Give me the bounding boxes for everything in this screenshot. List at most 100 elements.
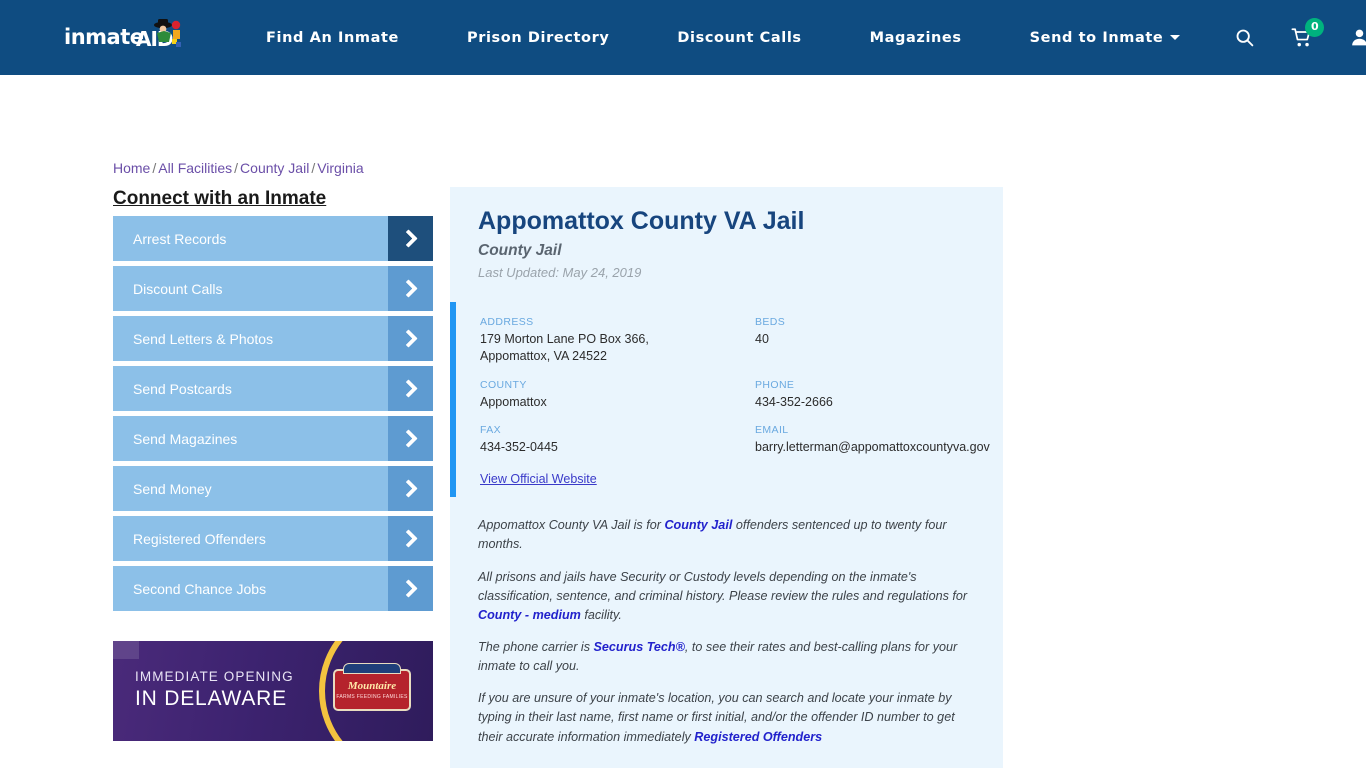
ad-corner-decoration <box>113 641 139 659</box>
sidebar-item-label: Discount Calls <box>133 280 223 297</box>
brand-word: inmate <box>64 25 144 49</box>
nav-link-send-to-inmate-label: Send to Inmate <box>1029 29 1164 46</box>
facility-info-grid: ADDRESS 179 Morton Lane PO Box 366, Appo… <box>480 316 990 457</box>
link-securus-tech[interactable]: Securus Tech® <box>594 640 685 654</box>
ad-text: IMMEDIATE OPENING IN DELAWARE <box>135 669 294 711</box>
mountaire-logo: Mountaire FARMS FEEDING FAMILIES <box>333 663 411 711</box>
info-value: 40 <box>755 331 769 346</box>
sidebar-item-registered-offenders[interactable]: Registered Offenders <box>113 516 433 561</box>
facility-panel: Appomattox County VA Jail County Jail La… <box>450 187 1003 768</box>
chevron-right-icon <box>388 366 433 411</box>
sidebar-item-send-letters-photos[interactable]: Send Letters & Photos <box>113 316 433 361</box>
info-label: BEDS <box>755 315 786 328</box>
chevron-right-icon <box>388 566 433 611</box>
info-label: ADDRESS <box>480 315 534 328</box>
user-account-icon[interactable] <box>1349 27 1366 48</box>
sidebar-nav: Arrest Records Discount Calls Send Lette… <box>113 216 433 616</box>
info-label: FAX <box>480 424 502 437</box>
accent-bar <box>450 301 456 497</box>
info-label: PHONE <box>755 378 795 391</box>
desc-p1-before: Appomattox County VA Jail is for <box>478 518 665 533</box>
sidebar-item-send-magazines[interactable]: Send Magazines <box>113 416 433 461</box>
facility-description: Appomattox County VA Jail is for County … <box>450 508 1003 763</box>
chevron-right-icon <box>388 266 433 311</box>
nav-icon-group: 0 <box>1234 17 1366 49</box>
breadcrumb-separator: / <box>234 160 239 176</box>
info-field-email: EMAIL barry.letterman@appomattoxcountyva… <box>755 424 990 456</box>
info-label: EMAIL <box>755 424 789 437</box>
desc-p2-before: All prisons and jails have Security or C… <box>478 569 968 603</box>
link-county-medium[interactable]: County - medium <box>478 608 581 622</box>
chevron-right-icon <box>388 516 433 561</box>
cart-count-badge: 0 <box>1305 17 1325 37</box>
breadcrumb-item-virginia[interactable]: Virginia <box>317 160 363 176</box>
sidebar-item-label: Send Money <box>133 480 212 497</box>
nav-link-prison-directory[interactable]: Prison Directory <box>467 20 609 56</box>
ad-logo-sub: FARMS FEEDING FAMILIES <box>336 694 408 700</box>
page-title: Appomattox County VA Jail <box>478 207 805 235</box>
link-registered-offenders[interactable]: Registered Offenders <box>694 730 822 744</box>
sidebar-item-label: Send Magazines <box>133 430 238 447</box>
description-paragraph-1: Appomattox County VA Jail is for County … <box>478 516 975 554</box>
chevron-right-icon <box>388 216 433 261</box>
facility-type: County Jail <box>478 241 562 259</box>
action-button-row: Looking for an inmate at this facility? … <box>450 764 1003 768</box>
info-label: COUNTY <box>480 378 527 391</box>
advertisement-banner[interactable]: IMMEDIATE OPENING IN DELAWARE Mountaire … <box>113 641 433 741</box>
chevron-right-icon <box>388 466 433 511</box>
nav-links: Find An Inmate Prison Directory Discount… <box>210 20 1181 56</box>
info-field-beds: BEDS 40 <box>755 316 990 365</box>
mascot-icon <box>154 18 181 47</box>
nav-link-magazines[interactable]: Magazines <box>870 20 962 56</box>
chevron-down-icon <box>1170 35 1181 40</box>
last-updated-text: Last Updated: May 24, 2019 <box>478 264 642 280</box>
ad-logo-banner <box>343 663 401 674</box>
info-value: barry.letterman@appomattoxcountyva.gov <box>755 440 990 455</box>
sidebar-item-discount-calls[interactable]: Discount Calls <box>113 266 433 311</box>
info-field-county: COUNTY Appomattox <box>480 379 755 411</box>
sidebar-item-arrest-records[interactable]: Arrest Records <box>113 216 433 261</box>
sidebar-item-label: Registered Offenders <box>133 530 266 547</box>
ad-line-2: IN DELAWARE <box>135 687 287 710</box>
facility-info-block: ADDRESS 179 Morton Lane PO Box 366, Appo… <box>450 301 1003 509</box>
sidebar-item-send-postcards[interactable]: Send Postcards <box>113 366 433 411</box>
nav-link-send-to-inmate[interactable]: Send to Inmate <box>1030 20 1181 56</box>
sidebar-item-label: Send Postcards <box>133 380 232 397</box>
description-paragraph-2: All prisons and jails have Security or C… <box>478 568 975 625</box>
breadcrumb-item-county-jail[interactable]: County Jail <box>240 160 309 176</box>
info-value: 434-352-0445 <box>480 440 558 455</box>
description-paragraph-3: The phone carrier is Securus Tech®, to s… <box>478 638 975 676</box>
facility-header: Appomattox County VA Jail County Jail La… <box>450 187 1003 292</box>
sidebar-item-label: Second Chance Jobs <box>133 580 267 597</box>
cart-icon[interactable]: 0 <box>1291 17 1325 49</box>
ad-line-1: IMMEDIATE OPENING <box>135 669 294 684</box>
info-value: 434-352-2666 <box>755 394 833 409</box>
inmateaid-logo: inmate AID <box>60 16 190 60</box>
chevron-right-icon <box>388 316 433 361</box>
breadcrumb: Home / All Facilities / County Jail / Virginia <box>113 160 364 176</box>
info-value: 179 Morton Lane PO Box 366, Appomattox, … <box>480 331 649 363</box>
sidebar-item-second-chance-jobs[interactable]: Second Chance Jobs <box>113 566 433 611</box>
nav-link-discount-calls[interactable]: Discount Calls <box>677 20 801 56</box>
info-field-address: ADDRESS 179 Morton Lane PO Box 366, Appo… <box>480 316 755 365</box>
site-logo[interactable]: inmate AID <box>60 16 210 60</box>
desc-p3-before: The phone carrier is <box>478 639 594 654</box>
chevron-right-icon <box>388 416 433 461</box>
sidebar-item-label: Send Letters & Photos <box>133 330 274 347</box>
breadcrumb-item-home[interactable]: Home <box>113 160 150 176</box>
sidebar-item-label: Arrest Records <box>133 230 227 247</box>
search-icon[interactable] <box>1234 27 1255 48</box>
info-value: Appomattox <box>480 394 547 409</box>
view-official-website-link[interactable]: View Official Website <box>480 472 597 486</box>
breadcrumb-item-all-facilities[interactable]: All Facilities <box>158 160 232 176</box>
desc-p2-after: facility. <box>580 607 622 622</box>
sidebar-item-send-money[interactable]: Send Money <box>113 466 433 511</box>
link-county-jail[interactable]: County Jail <box>664 518 732 532</box>
info-field-fax: FAX 434-352-0445 <box>480 424 755 456</box>
info-field-phone: PHONE 434-352-2666 <box>755 379 990 411</box>
nav-link-find-an-inmate[interactable]: Find An Inmate <box>266 20 399 56</box>
description-paragraph-4: If you are unsure of your inmate's locat… <box>478 689 975 746</box>
top-navigation-bar: inmate AID Find An Inmate Prison Directo… <box>0 0 1366 75</box>
page-body: Home / All Facilities / County Jail / Virginia… <box>0 75 1366 768</box>
ad-logo-name: Mountaire <box>347 680 397 692</box>
